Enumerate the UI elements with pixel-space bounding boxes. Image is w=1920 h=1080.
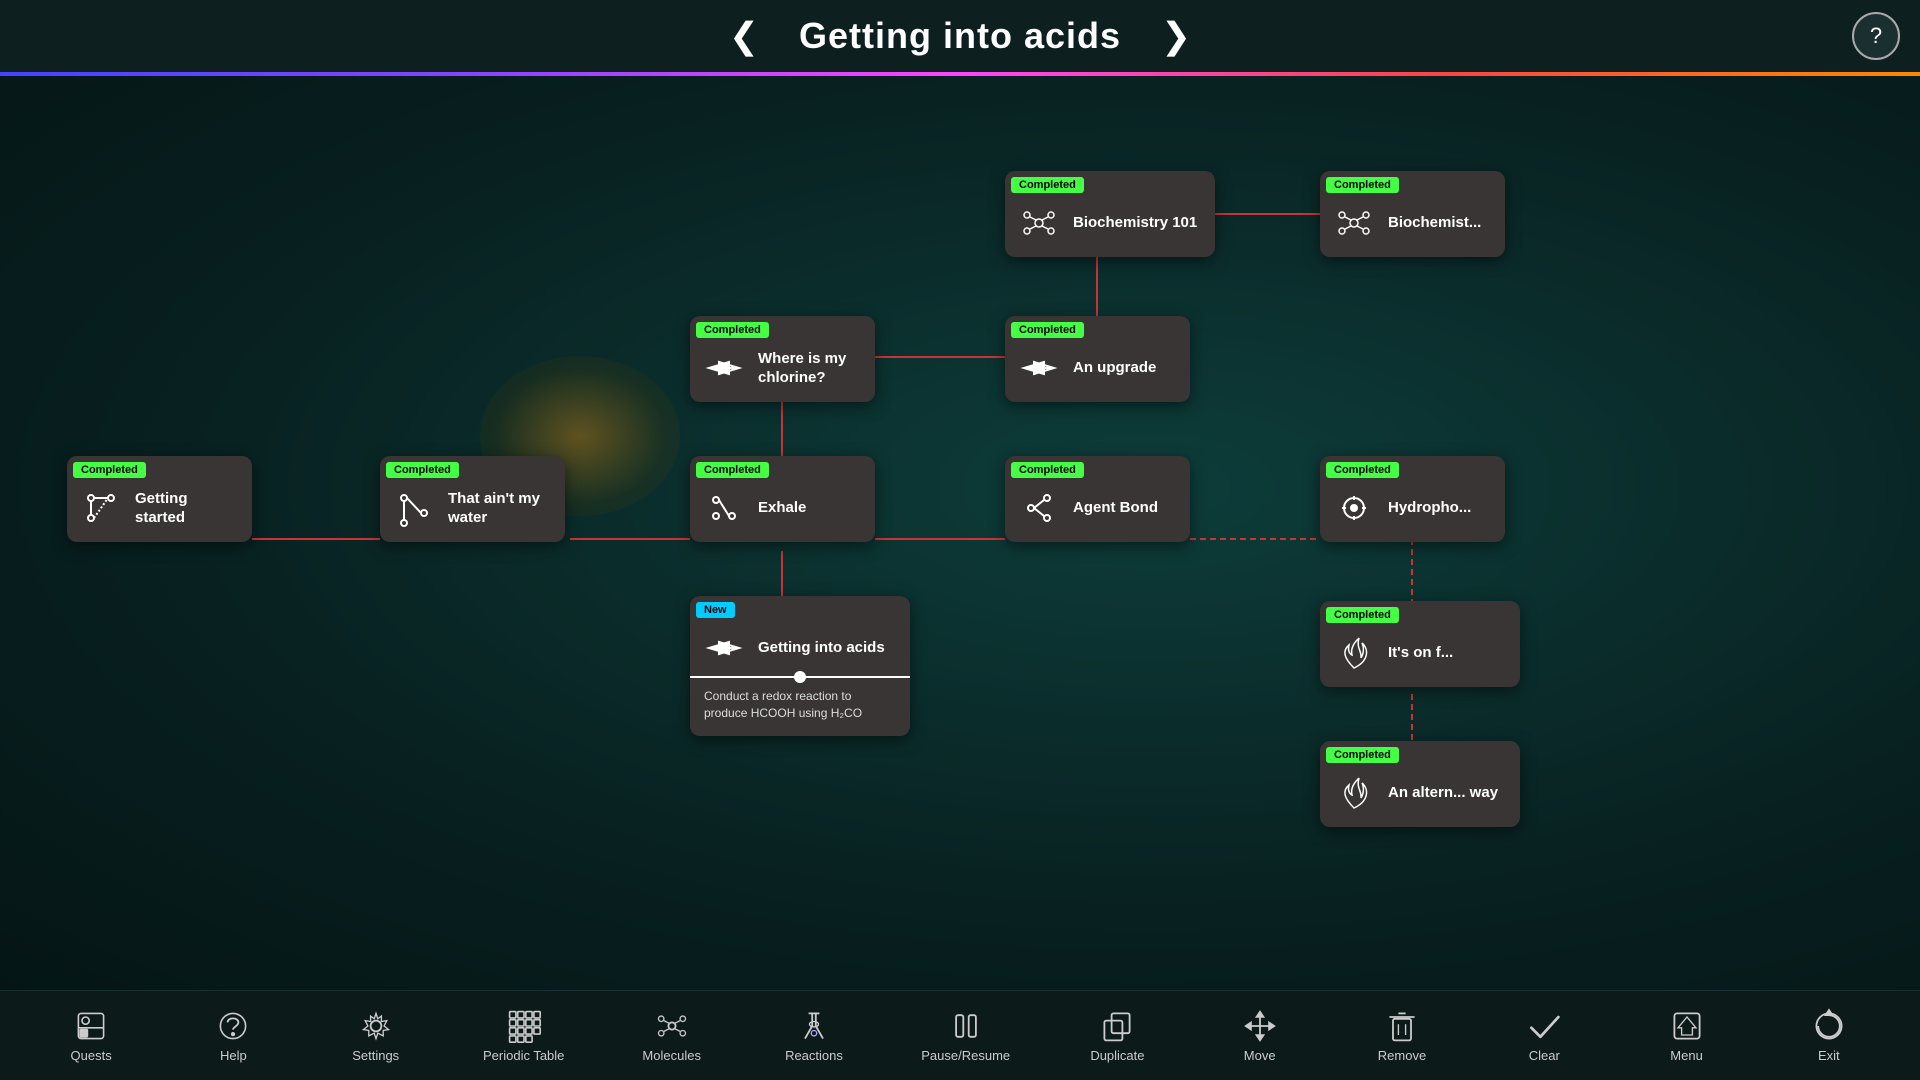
icon-agent-bond xyxy=(1017,486,1061,530)
icon-biochem-102 xyxy=(1332,201,1376,245)
toolbar: Quests Help Settings xyxy=(0,990,1920,1080)
badge-upgrade: Completed xyxy=(1011,322,1084,338)
card-hydropho[interactable]: Completed Hydropho... xyxy=(1320,456,1505,542)
quest-description: Conduct a redox reaction to produce HCOO… xyxy=(690,678,910,736)
toolbar-clear[interactable]: Clear xyxy=(1509,1008,1579,1063)
exit-icon xyxy=(1811,1008,1847,1044)
icon-getting-acids xyxy=(702,626,746,670)
remove-icon xyxy=(1384,1008,1420,1044)
card-biochem-101[interactable]: Completed Biochemistry 101 xyxy=(1005,171,1215,257)
toolbar-exit[interactable]: Exit xyxy=(1794,1008,1864,1063)
card-agent-bond[interactable]: Completed Agent Bond xyxy=(1005,456,1190,542)
title-biochem-102: Biochemist... xyxy=(1388,213,1481,233)
title-chlorine: Where is my chlorine? xyxy=(758,349,863,388)
toolbar-quests[interactable]: Quests xyxy=(56,1008,126,1063)
badge-biochem-102: Completed xyxy=(1326,177,1399,193)
icon-chlorine xyxy=(702,346,746,390)
badge-its-on: Completed xyxy=(1326,607,1399,623)
periodic-icon xyxy=(506,1008,542,1044)
card-upgrade[interactable]: Completed An upgrade xyxy=(1005,316,1190,402)
title-that-aint: That ain't my water xyxy=(448,489,553,528)
clear-icon xyxy=(1526,1008,1562,1044)
card-getting-started[interactable]: Completed Getting started xyxy=(67,456,252,542)
duplicate-label: Duplicate xyxy=(1090,1048,1144,1063)
icon-upgrade xyxy=(1017,346,1061,390)
badge-getting-started: Completed xyxy=(73,462,146,478)
title-biochem-101: Biochemistry 101 xyxy=(1073,213,1197,233)
toolbar-remove[interactable]: Remove xyxy=(1367,1008,1437,1063)
next-button[interactable]: ❯ xyxy=(1121,15,1231,57)
badge-biochem-101: Completed xyxy=(1011,177,1084,193)
help-icon xyxy=(215,1008,251,1044)
duplicate-icon xyxy=(1099,1008,1135,1044)
main-canvas: Completed Getting started Completed xyxy=(0,76,1920,990)
title-exhale: Exhale xyxy=(758,498,806,518)
card-chlorine[interactable]: Completed Where is my chlorine? xyxy=(690,316,875,402)
badge-altern: Completed xyxy=(1326,747,1399,763)
header: ❮ Getting into acids ❯ ? xyxy=(0,0,1920,72)
card-exhale[interactable]: Completed Exhale xyxy=(690,456,875,542)
badge-exhale: Completed xyxy=(696,462,769,478)
move-label: Move xyxy=(1244,1048,1276,1063)
icon-hydropho xyxy=(1332,486,1376,530)
reactions-label: Reactions xyxy=(785,1048,843,1063)
toolbar-menu[interactable]: Menu xyxy=(1652,1008,1722,1063)
icon-its-on xyxy=(1332,631,1376,675)
icon-that-aint xyxy=(392,486,436,530)
toolbar-duplicate[interactable]: Duplicate xyxy=(1082,1008,1152,1063)
toolbar-move[interactable]: Move xyxy=(1225,1008,1295,1063)
title-agent-bond: Agent Bond xyxy=(1073,498,1158,518)
pause-label: Pause/Resume xyxy=(921,1048,1010,1063)
prev-button[interactable]: ❮ xyxy=(689,15,799,57)
toolbar-settings[interactable]: Settings xyxy=(341,1008,411,1063)
badge-that-aint: Completed xyxy=(386,462,459,478)
card-getting-acids[interactable]: New Getting into acids Conduct a redox r… xyxy=(690,596,910,736)
quests-label: Quests xyxy=(71,1048,112,1063)
clear-label: Clear xyxy=(1529,1048,1560,1063)
molecules-label: Molecules xyxy=(642,1048,701,1063)
pause-icon xyxy=(948,1008,984,1044)
page-title: Getting into acids xyxy=(799,15,1121,57)
menu-icon xyxy=(1669,1008,1705,1044)
badge-agent-bond: Completed xyxy=(1011,462,1084,478)
toolbar-reactions[interactable]: Reactions xyxy=(779,1008,849,1063)
badge-chlorine: Completed xyxy=(696,322,769,338)
rainbow-bar xyxy=(0,72,1920,76)
connections-svg xyxy=(0,76,1920,990)
molecules-icon xyxy=(654,1008,690,1044)
divider-dot xyxy=(794,671,806,683)
toolbar-pause[interactable]: Pause/Resume xyxy=(921,1008,1010,1063)
card-its-on-fire[interactable]: Completed It's on f... xyxy=(1320,601,1520,687)
title-upgrade: An upgrade xyxy=(1073,358,1156,378)
icon-altern xyxy=(1332,771,1376,815)
settings-label: Settings xyxy=(352,1048,399,1063)
card-that-aint[interactable]: Completed That ain't my water xyxy=(380,456,565,542)
toolbar-periodic[interactable]: Periodic Table xyxy=(483,1008,564,1063)
help-label: Help xyxy=(220,1048,247,1063)
title-altern: An altern... way xyxy=(1388,783,1498,803)
exit-label: Exit xyxy=(1818,1048,1840,1063)
title-getting-started: Getting started xyxy=(135,489,240,528)
move-icon xyxy=(1242,1008,1278,1044)
title-hydropho: Hydropho... xyxy=(1388,498,1471,518)
card-biochem-102[interactable]: Completed Biochemist... xyxy=(1320,171,1505,257)
periodic-label: Periodic Table xyxy=(483,1048,564,1063)
icon-exhale xyxy=(702,486,746,530)
reactions-icon xyxy=(796,1008,832,1044)
toolbar-molecules[interactable]: Molecules xyxy=(637,1008,707,1063)
icon-biochem-101 xyxy=(1017,201,1061,245)
badge-getting-acids: New xyxy=(696,602,735,618)
title-getting-acids: Getting into acids xyxy=(758,638,885,658)
quests-icon xyxy=(73,1008,109,1044)
card-altern[interactable]: Completed An altern... way xyxy=(1320,741,1520,827)
toolbar-help[interactable]: Help xyxy=(198,1008,268,1063)
card-divider xyxy=(690,676,910,678)
title-its-on: It's on f... xyxy=(1388,643,1453,663)
help-button[interactable]: ? xyxy=(1852,12,1900,60)
icon-getting-started xyxy=(79,486,123,530)
remove-label: Remove xyxy=(1378,1048,1426,1063)
badge-hydropho: Completed xyxy=(1326,462,1399,478)
settings-icon xyxy=(358,1008,394,1044)
menu-label: Menu xyxy=(1670,1048,1703,1063)
